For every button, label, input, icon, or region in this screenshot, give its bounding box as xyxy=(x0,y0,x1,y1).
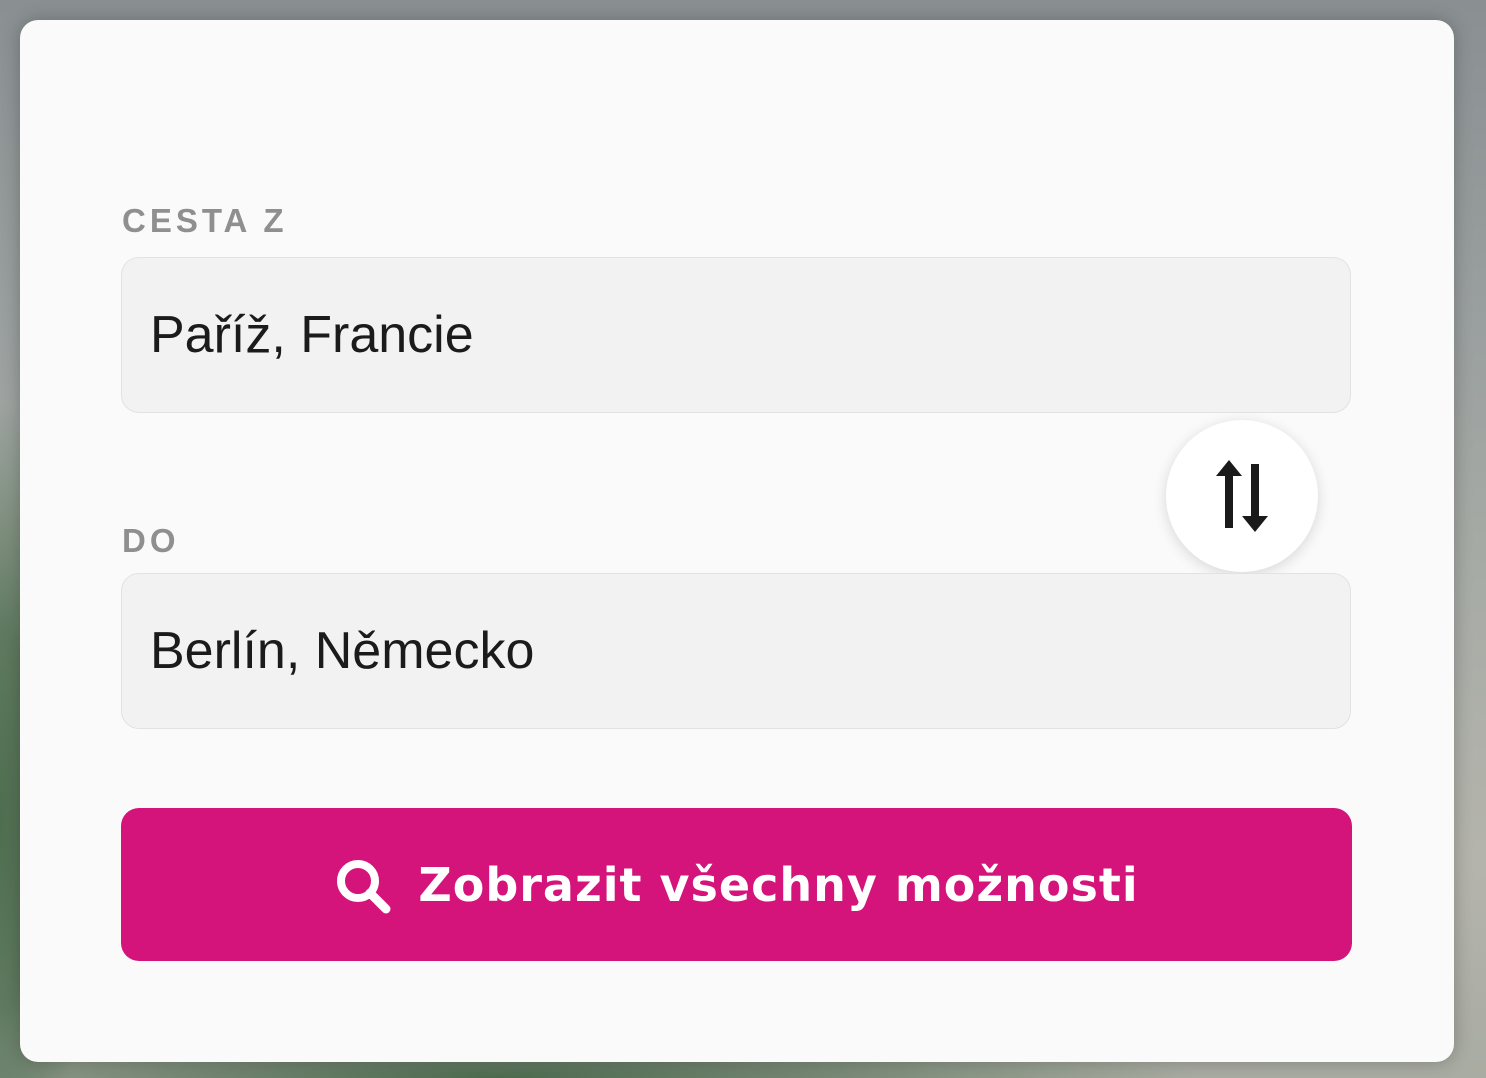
swap-locations-button[interactable] xyxy=(1166,420,1318,572)
show-all-options-button[interactable]: Zobrazit všechny možnosti xyxy=(121,808,1352,961)
search-icon xyxy=(334,857,392,915)
from-field-label: CESTA Z xyxy=(122,202,288,239)
swap-vertical-arrows-icon xyxy=(1211,456,1273,536)
show-all-options-label: Zobrazit všechny možnosti xyxy=(418,857,1139,912)
to-field[interactable] xyxy=(121,573,1351,729)
to-field-label: DO xyxy=(122,522,180,559)
from-field[interactable] xyxy=(121,257,1351,413)
search-form-card: CESTA Z DO Zobrazit všechny možnosti xyxy=(20,20,1454,1062)
